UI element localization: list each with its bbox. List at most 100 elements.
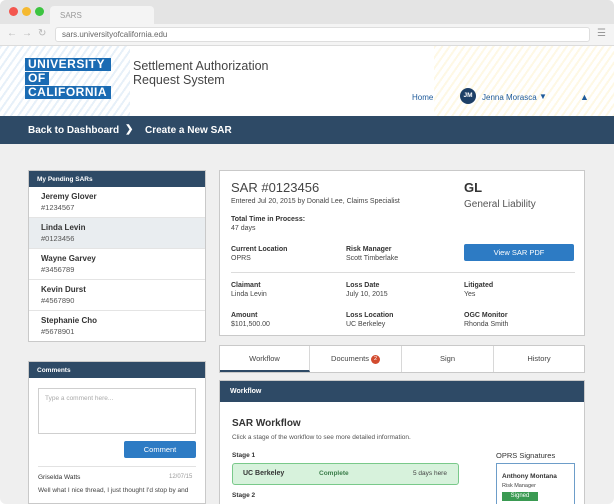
documents-count-badge: 2 xyxy=(370,355,380,364)
claim-type-name: General Liability xyxy=(464,199,536,210)
maximize-window-button[interactable] xyxy=(35,7,44,16)
amount-label: Amount xyxy=(231,312,258,319)
pending-sar-number: #5678901 xyxy=(41,327,75,336)
signed-badge: Signed xyxy=(502,492,538,501)
close-window-button[interactable] xyxy=(9,7,18,16)
tab-documents-label: Documents xyxy=(331,354,369,363)
tab-workflow[interactable]: Workflow xyxy=(220,346,310,372)
claimant-value: Linda Levin xyxy=(231,291,267,298)
divider xyxy=(38,466,196,467)
minimize-window-button[interactable] xyxy=(22,7,31,16)
chevron-right-icon: ❯ xyxy=(125,124,134,135)
breadcrumb: Back to Dashboard ❯ Create a New SAR xyxy=(0,116,614,144)
browser-titlebar: SARS xyxy=(0,0,614,24)
pending-sar-number: #1234567 xyxy=(41,203,75,212)
app-title-line-1: Settlement Authorization xyxy=(133,59,269,73)
signer-role: Risk Manager xyxy=(502,483,536,489)
divider xyxy=(231,272,575,273)
pending-sar-item[interactable]: Jeremy Glover #1234567 xyxy=(29,187,205,218)
current-location-value: OPRS xyxy=(231,255,251,262)
browser-tab[interactable]: SARS xyxy=(50,6,154,24)
signature-card[interactable]: Anthony Montana Risk Manager Signed xyxy=(496,463,575,504)
forward-arrow-icon[interactable]: → xyxy=(22,28,32,39)
loss-date-value: July 10, 2015 xyxy=(346,291,388,298)
stage-2-label: Stage 2 xyxy=(232,492,256,499)
app-title-line-2: Request System xyxy=(133,73,225,87)
comment-text: Well what I nice thread, I just thought … xyxy=(38,487,189,494)
browser-navbar: ← → ↻ sars.universityofcalifornia.edu ☰ xyxy=(0,24,614,46)
home-link[interactable]: Home xyxy=(412,93,433,102)
litigated-value: Yes xyxy=(464,291,476,298)
logo-line-1: UNIVERSITY xyxy=(25,58,111,71)
pending-sar-name: Stephanie Cho xyxy=(41,316,98,325)
pending-sar-item[interactable]: Kevin Durst #4567890 xyxy=(29,280,205,311)
amount-value: $101,500.00 xyxy=(231,321,270,328)
pending-sar-name: Jeremy Glover xyxy=(41,192,97,201)
time-in-process-label: Total Time in Process: xyxy=(231,216,306,223)
signer-name: Anthony Montana xyxy=(502,473,557,480)
tab-sign[interactable]: Sign xyxy=(402,346,494,372)
pending-sars-panel: My Pending SARs Jeremy Glover #1234567 L… xyxy=(28,170,206,342)
user-menu[interactable]: Jenna Morasca xyxy=(482,93,537,102)
menu-icon[interactable]: ☰ xyxy=(597,28,606,39)
pending-sar-number: #0123456 xyxy=(41,234,75,243)
sar-tabs: Workflow Documents 2 Sign History xyxy=(219,345,585,373)
header-pattern-right xyxy=(434,46,614,116)
tab-history[interactable]: History xyxy=(494,346,584,372)
loss-location-value: UC Berkeley xyxy=(346,321,386,328)
pending-sar-name: Kevin Durst xyxy=(41,285,86,294)
risk-manager-value: Scott Timberlake xyxy=(346,255,399,262)
view-sar-pdf-button[interactable]: View SAR PDF xyxy=(464,244,574,261)
logo-line-3: CALIFORNIA xyxy=(25,86,111,99)
stage-1-status: Complete xyxy=(319,470,349,477)
sar-details-panel: SAR #0123456 Entered Jul 20, 2015 by Don… xyxy=(219,170,585,336)
pending-sar-number: #4567890 xyxy=(41,296,75,305)
reload-icon[interactable]: ↻ xyxy=(38,28,46,39)
comment-input[interactable]: Type a comment here... xyxy=(38,388,196,434)
caret-down-icon[interactable]: ▼ xyxy=(539,92,547,101)
oprs-signatures-title: OPRS Signatures xyxy=(496,451,556,460)
workflow-subtitle: Click a stage of the workflow to see mor… xyxy=(232,434,411,441)
pending-sar-item[interactable]: Wayne Garvey #3456789 xyxy=(29,249,205,280)
pending-sar-number: #3456789 xyxy=(41,265,75,274)
sar-entered-info: Entered Jul 20, 2015 by Donald Lee, Clai… xyxy=(231,198,400,205)
comments-title: Comments xyxy=(29,362,205,378)
ogc-monitor-value: Rhonda Smith xyxy=(464,321,509,328)
back-to-dashboard-link[interactable]: Back to Dashboard xyxy=(28,125,119,136)
app-title: Settlement Authorization Request System xyxy=(133,59,269,87)
bell-icon[interactable]: ▲ xyxy=(580,92,589,102)
stage-1-label: Stage 1 xyxy=(232,452,256,459)
create-new-sar-link[interactable]: Create a New SAR xyxy=(145,125,232,136)
back-arrow-icon[interactable]: ← xyxy=(7,28,17,39)
ogc-monitor-label: OGC Monitor xyxy=(464,312,508,319)
address-bar[interactable]: sars.universityofcalifornia.edu xyxy=(55,27,590,42)
loss-location-label: Loss Location xyxy=(346,312,394,319)
avatar[interactable]: JM xyxy=(460,88,476,104)
claimant-label: Claimant xyxy=(231,282,261,289)
pending-sar-item[interactable]: Stephanie Cho #5678901 xyxy=(29,311,205,342)
workflow-panel-title: Workflow xyxy=(220,381,584,402)
tab-documents[interactable]: Documents 2 xyxy=(310,346,402,372)
current-location-label: Current Location xyxy=(231,246,288,253)
comment-button[interactable]: Comment xyxy=(124,441,196,458)
time-in-process-value: 47 days xyxy=(231,225,256,232)
litigated-label: Litigated xyxy=(464,282,494,289)
sar-number: SAR #0123456 xyxy=(231,180,320,195)
pending-sar-item-selected[interactable]: Linda Levin #0123456 xyxy=(29,218,205,249)
site-header: UNIVERSITY OF CALIFORNIA Settlement Auth… xyxy=(0,46,614,116)
pending-sar-name: Linda Levin xyxy=(41,223,86,232)
workflow-title: SAR Workflow xyxy=(232,418,301,429)
comment-date: 12/07/15 xyxy=(169,474,193,480)
stage-1-card[interactable]: UC Berkeley Complete 5 days here xyxy=(232,463,459,485)
workflow-panel: Workflow SAR Workflow Click a stage of t… xyxy=(219,380,585,504)
pending-sars-title: My Pending SARs xyxy=(29,171,205,187)
comments-panel: Comments Type a comment here... Comment … xyxy=(28,361,206,504)
claim-type-code: GL xyxy=(464,180,483,195)
uc-logo[interactable]: UNIVERSITY OF CALIFORNIA xyxy=(25,58,111,100)
logo-line-2: OF xyxy=(25,72,49,85)
risk-manager-label: Risk Manager xyxy=(346,246,392,253)
stage-1-name: UC Berkeley xyxy=(243,470,285,477)
browser-window: SARS ← → ↻ sars.universityofcalifornia.e… xyxy=(0,0,614,504)
comment-author: Griselda Watts xyxy=(38,474,81,481)
loss-date-label: Loss Date xyxy=(346,282,380,289)
